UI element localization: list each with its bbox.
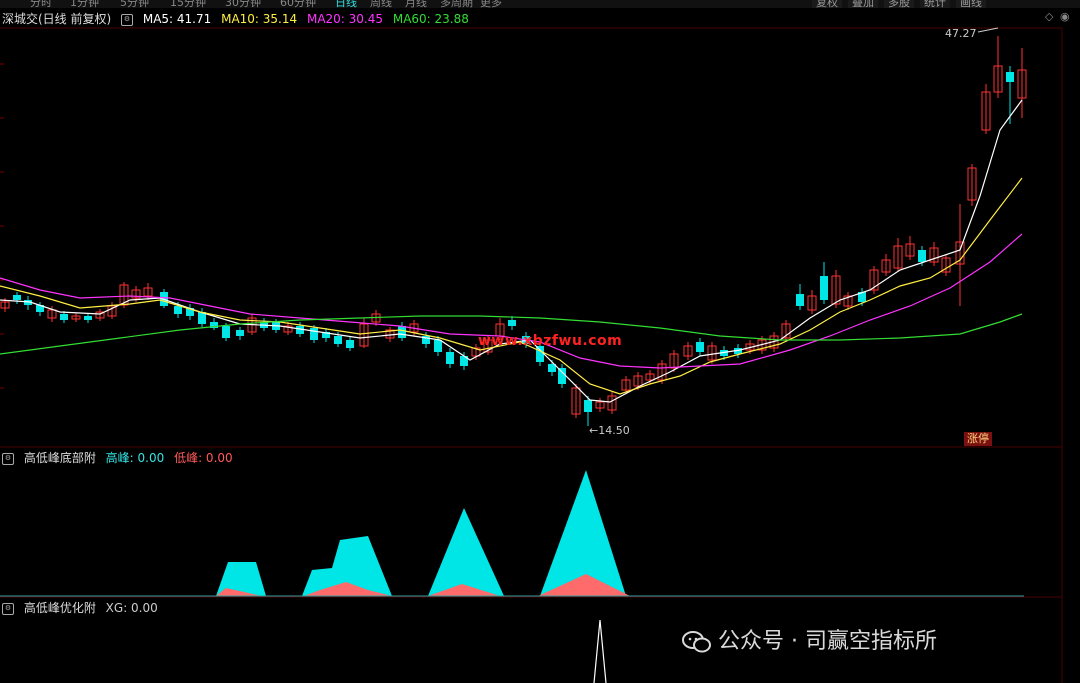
panel2-header: ⚙ 高低峰优化附 XG: 0.00 — [2, 599, 164, 617]
wechat-watermark: 公众号 · 司赢空指标所 — [682, 623, 937, 655]
candle-body — [13, 295, 21, 300]
wechat-icon — [682, 631, 711, 653]
candle-body — [508, 320, 516, 326]
candle-body — [398, 326, 406, 338]
candle-body — [346, 340, 354, 348]
candle-body — [334, 336, 342, 344]
wechat-watermark-text: 公众号 · 司赢空指标所 — [718, 629, 937, 654]
candle-body — [558, 368, 566, 384]
panel1-title[interactable]: 高低峰底部附 — [24, 451, 96, 465]
settings-gear-icon[interactable]: ⚙ — [2, 602, 14, 615]
candle-body — [584, 400, 592, 412]
high-price-label: 47.27 — [945, 27, 977, 40]
candle-body — [820, 276, 828, 300]
candle-body — [310, 328, 318, 340]
settings-gear-icon[interactable]: ⚙ — [2, 452, 14, 465]
panel1-header: ⚙ 高低峰底部附 高峰: 0.00 低峰: 0.00 — [2, 449, 239, 467]
candle-body — [174, 306, 182, 314]
candle-body — [434, 340, 442, 352]
low-price-label: ←14.50 — [589, 424, 630, 437]
candle-body — [696, 342, 704, 352]
candle-body — [222, 326, 230, 338]
ma10-line — [0, 177, 1023, 395]
candle-body — [918, 250, 926, 262]
candle-body — [1006, 72, 1014, 82]
panel2-xg-label: XG: 0.00 — [105, 601, 158, 615]
candle-body — [84, 316, 92, 320]
candle-body — [446, 352, 454, 364]
panel1-low-label: 低峰: 0.00 — [174, 451, 233, 465]
candle-body — [236, 330, 244, 336]
candle-body — [60, 314, 68, 320]
panel1-high-label: 高峰: 0.00 — [105, 451, 165, 465]
high-arrow — [977, 27, 999, 33]
panel2-title[interactable]: 高低峰优化附 — [24, 601, 96, 615]
high-peak-area — [428, 508, 504, 596]
limit-up-badge: 涨停 — [964, 432, 992, 446]
site-watermark: www.xbzfwu.com — [478, 333, 623, 349]
ma5-line — [0, 99, 1023, 403]
candle-body — [796, 294, 804, 306]
xg-signal-spike — [593, 619, 607, 683]
